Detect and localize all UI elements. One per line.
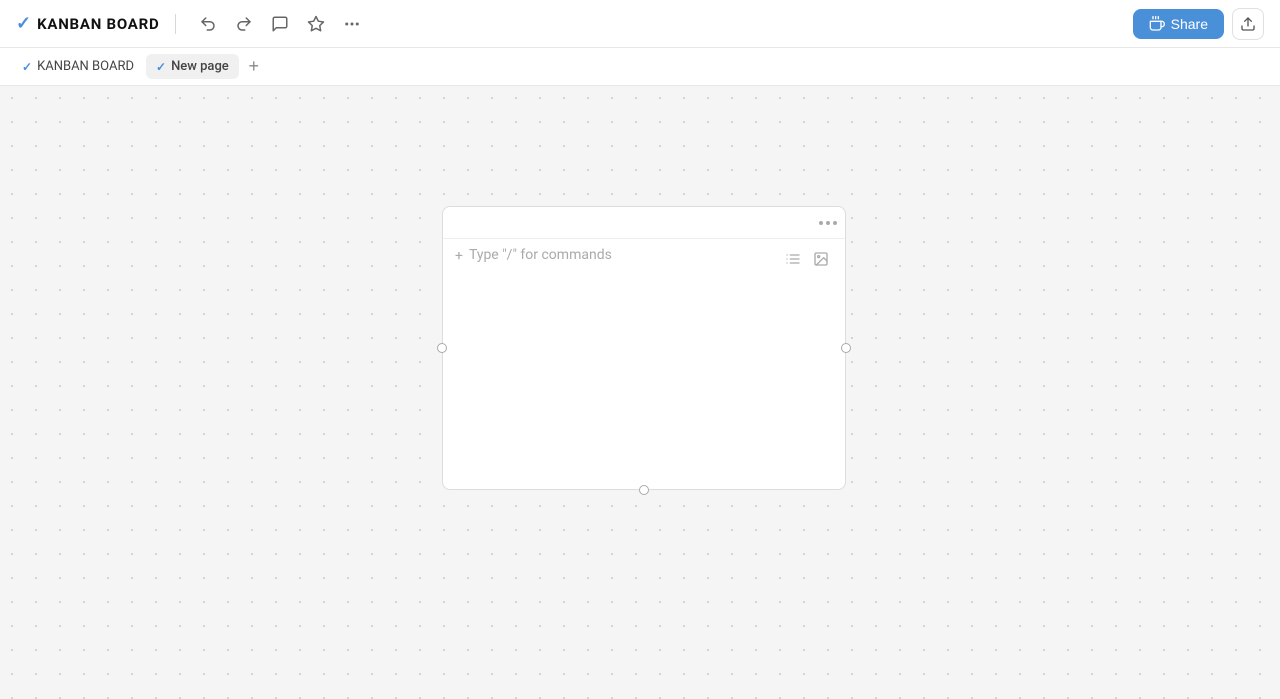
card-menu-dots[interactable]: [819, 221, 837, 225]
more-button[interactable]: [336, 8, 368, 40]
tab-new-page[interactable]: ✓ New page: [146, 54, 239, 79]
add-content-icon: +: [455, 248, 463, 264]
note-card-body[interactable]: + Type "/" for commands: [443, 239, 845, 489]
redo-button[interactable]: [228, 8, 260, 40]
header: ✓ KANBAN BOARD: [0, 0, 1280, 48]
header-divider: [175, 14, 176, 34]
add-tab-button[interactable]: +: [241, 54, 267, 80]
note-card-header: [443, 207, 845, 239]
undo-button[interactable]: [192, 8, 224, 40]
export-button[interactable]: [1232, 8, 1264, 40]
resize-handle-right[interactable]: [841, 343, 851, 353]
logo-check-icon: ✓: [16, 13, 31, 34]
tab-kanban-board[interactable]: ✓ KANBAN BOARD: [12, 54, 144, 79]
share-label: Share: [1171, 16, 1208, 32]
tabs-bar: ✓ KANBAN BOARD ✓ New page +: [0, 48, 1280, 86]
resize-handle-bottom[interactable]: [639, 485, 649, 495]
dot-3: [833, 221, 837, 225]
dot-1: [819, 221, 823, 225]
header-left: ✓ KANBAN BOARD: [16, 8, 1133, 40]
share-button[interactable]: Share: [1133, 9, 1224, 39]
tab-newpage-check-icon: ✓: [156, 60, 166, 74]
tab-newpage-label: New page: [171, 59, 229, 74]
star-button[interactable]: [300, 8, 332, 40]
tab-kanban-label: KANBAN BOARD: [37, 59, 134, 74]
logo-area: ✓ KANBAN BOARD: [16, 13, 159, 34]
placeholder-text: Type "/" for commands: [469, 247, 612, 263]
toolbar-actions: [192, 8, 368, 40]
list-tool-button[interactable]: [781, 247, 805, 271]
inline-tools: [781, 247, 833, 271]
tab-kanban-check-icon: ✓: [22, 60, 32, 74]
image-tool-button[interactable]: [809, 247, 833, 271]
resize-handle-left[interactable]: [437, 343, 447, 353]
dot-2: [826, 221, 830, 225]
header-right: Share: [1133, 8, 1264, 40]
note-card[interactable]: + Type "/" for commands: [442, 206, 846, 490]
app-title: KANBAN BOARD: [37, 15, 159, 33]
comment-button[interactable]: [264, 8, 296, 40]
canvas[interactable]: + Type "/" for commands: [0, 86, 1280, 699]
